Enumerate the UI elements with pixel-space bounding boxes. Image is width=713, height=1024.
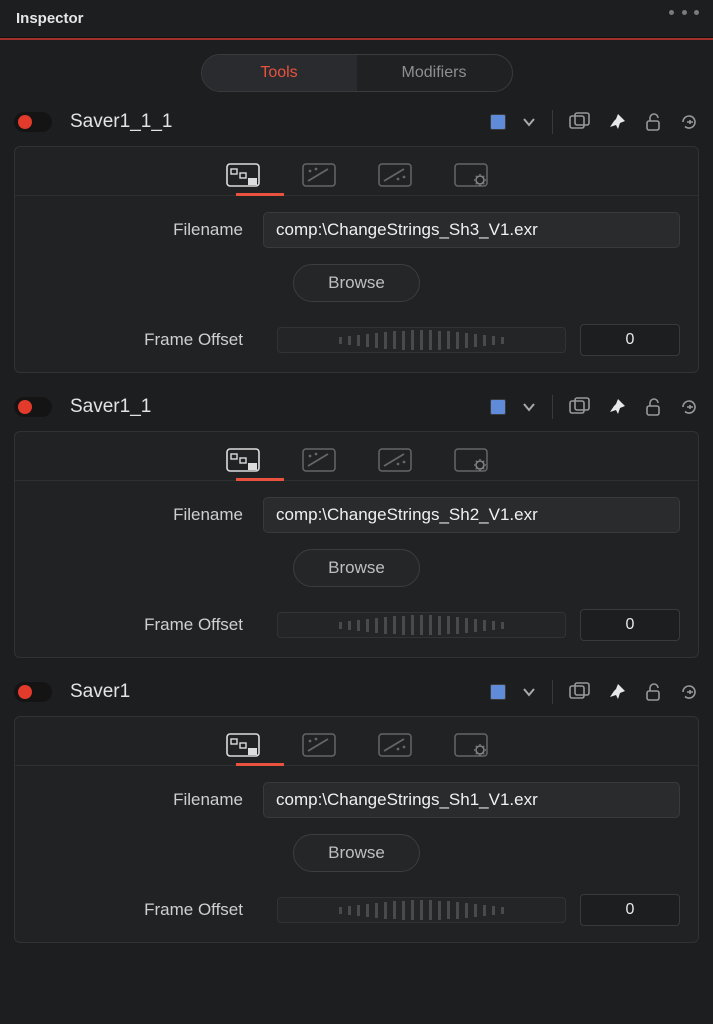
frame-offset-input[interactable] bbox=[580, 894, 680, 926]
tile-color-chip[interactable] bbox=[490, 684, 506, 700]
browse-button[interactable]: Browse bbox=[293, 834, 420, 872]
frame-offset-scrubber[interactable] bbox=[277, 612, 566, 638]
versions-icon[interactable] bbox=[569, 112, 591, 132]
active-tab-underline bbox=[236, 763, 284, 766]
browse-button[interactable]: Browse bbox=[293, 549, 420, 587]
node-header: Saver1_1 bbox=[0, 389, 713, 427]
lock-icon[interactable] bbox=[643, 112, 663, 132]
tab-settings-icon[interactable] bbox=[450, 161, 492, 189]
tab-file-icon[interactable] bbox=[222, 731, 264, 759]
filename-input[interactable] bbox=[263, 212, 680, 248]
filename-input[interactable] bbox=[263, 782, 680, 818]
enable-toggle[interactable] bbox=[14, 112, 52, 132]
pin-icon[interactable] bbox=[607, 397, 627, 417]
frame-offset-row: Frame Offset bbox=[15, 302, 698, 356]
tab-legal-icon[interactable] bbox=[374, 161, 416, 189]
tab-legal-icon[interactable] bbox=[374, 731, 416, 759]
panel-title-bar: Inspector bbox=[0, 0, 713, 38]
node-card: Filename Browse Frame Offset bbox=[14, 431, 699, 658]
accent-divider bbox=[0, 38, 713, 40]
reset-icon[interactable] bbox=[679, 397, 699, 417]
reset-icon[interactable] bbox=[679, 682, 699, 702]
tab-settings-icon[interactable] bbox=[450, 731, 492, 759]
versions-icon[interactable] bbox=[569, 682, 591, 702]
filename-label: Filename bbox=[33, 790, 263, 810]
tab-legal-icon[interactable] bbox=[374, 446, 416, 474]
enable-toggle[interactable] bbox=[14, 397, 52, 417]
node-card: Filename Browse Frame Offset bbox=[14, 716, 699, 943]
node-card: Filename Browse Frame Offset bbox=[14, 146, 699, 373]
tab-file-icon[interactable] bbox=[222, 446, 264, 474]
filename-input[interactable] bbox=[263, 497, 680, 533]
node-tab-strip bbox=[15, 432, 698, 481]
filename-label: Filename bbox=[33, 505, 263, 525]
tab-format-icon[interactable] bbox=[298, 161, 340, 189]
filename-row: Filename bbox=[15, 766, 698, 818]
lock-icon[interactable] bbox=[643, 397, 663, 417]
frame-offset-scrubber[interactable] bbox=[277, 897, 566, 923]
enable-toggle[interactable] bbox=[14, 682, 52, 702]
browse-button[interactable]: Browse bbox=[293, 264, 420, 302]
node-name: Saver1_1 bbox=[70, 396, 151, 418]
chevron-down-icon[interactable] bbox=[522, 685, 536, 699]
active-tab-underline bbox=[236, 478, 284, 481]
chevron-down-icon[interactable] bbox=[522, 115, 536, 129]
inspector-mode-tabs: Tools Modifiers bbox=[0, 40, 713, 104]
chevron-down-icon[interactable] bbox=[522, 400, 536, 414]
node-name: Saver1 bbox=[70, 681, 130, 703]
tab-format-icon[interactable] bbox=[298, 731, 340, 759]
pin-icon[interactable] bbox=[607, 112, 627, 132]
tab-file-icon[interactable] bbox=[222, 161, 264, 189]
frame-offset-label: Frame Offset bbox=[33, 900, 263, 920]
frame-offset-label: Frame Offset bbox=[33, 615, 263, 635]
options-menu-icon[interactable] bbox=[669, 10, 699, 15]
tab-format-icon[interactable] bbox=[298, 446, 340, 474]
frame-offset-row: Frame Offset bbox=[15, 587, 698, 641]
node-tab-strip bbox=[15, 717, 698, 766]
tile-color-chip[interactable] bbox=[490, 114, 506, 130]
frame-offset-scrubber[interactable] bbox=[277, 327, 566, 353]
node-header: Saver1_1_1 bbox=[0, 104, 713, 142]
active-tab-underline bbox=[236, 193, 284, 196]
divider bbox=[552, 395, 553, 419]
filename-label: Filename bbox=[33, 220, 263, 240]
divider bbox=[552, 680, 553, 704]
frame-offset-input[interactable] bbox=[580, 609, 680, 641]
frame-offset-row: Frame Offset bbox=[15, 872, 698, 926]
tab-settings-icon[interactable] bbox=[450, 446, 492, 474]
reset-icon[interactable] bbox=[679, 112, 699, 132]
tab-modifiers[interactable]: Modifiers bbox=[357, 55, 512, 91]
tile-color-chip[interactable] bbox=[490, 399, 506, 415]
filename-row: Filename bbox=[15, 196, 698, 248]
panel-title: Inspector bbox=[16, 10, 84, 27]
frame-offset-input[interactable] bbox=[580, 324, 680, 356]
pin-icon[interactable] bbox=[607, 682, 627, 702]
node-header: Saver1 bbox=[0, 674, 713, 712]
divider bbox=[552, 110, 553, 134]
lock-icon[interactable] bbox=[643, 682, 663, 702]
versions-icon[interactable] bbox=[569, 397, 591, 417]
filename-row: Filename bbox=[15, 481, 698, 533]
node-name: Saver1_1_1 bbox=[70, 111, 172, 133]
node-tab-strip bbox=[15, 147, 698, 196]
tab-tools[interactable]: Tools bbox=[202, 55, 357, 91]
frame-offset-label: Frame Offset bbox=[33, 330, 263, 350]
